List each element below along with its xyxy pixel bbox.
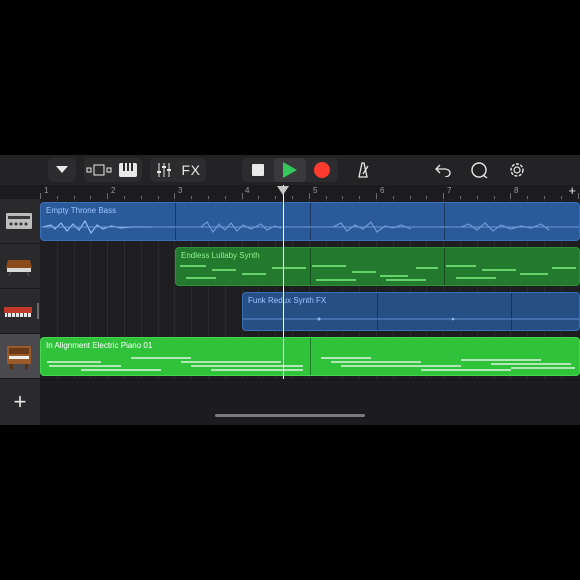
grid-line [124,289,125,334]
track-header-funk-synth[interactable] [0,289,41,334]
region-empty-throne-bass[interactable]: Empty Throne Bass [40,202,580,241]
grid-line [174,289,176,334]
region-label: Endless Lullaby Synth [181,251,260,260]
add-track-button[interactable]: + [0,379,40,425]
grid-line [208,289,209,334]
electric-piano-icon [7,346,31,369]
audio-waveform [41,219,579,235]
bar-number: 4 [245,186,250,195]
bar-number: 8 [514,186,519,195]
track-header-electric-piano[interactable] [0,334,41,379]
stop-button[interactable] [244,158,272,182]
analog-synth-icon [6,260,32,276]
bar-number: 5 [313,186,318,195]
garageband-app: FX 1 2 3 4 5 6 7 8 + Empty Throne Bass E… [0,155,580,425]
track-lane-lullaby-synth[interactable]: Endless Lullaby Synth [40,244,580,290]
transport-group [242,158,338,182]
playhead-handle[interactable] [277,186,289,195]
grid-line [157,289,159,334]
bar-number: 7 [447,186,452,195]
grid-line [157,244,159,289]
track-resize-handle[interactable] [37,303,39,319]
midi-notes [47,357,575,371]
home-indicator [215,414,365,417]
grid-line [191,289,193,334]
fx-button[interactable]: FX [178,158,204,182]
chevron-down-icon [48,158,76,182]
region-funk-redux-synth-fx[interactable]: Funk Redux Synth FX [242,292,580,331]
region-label: Funk Redux Synth FX [248,296,327,305]
playhead[interactable] [283,185,284,379]
control-bar: FX [0,155,580,185]
region-label: Empty Throne Bass [46,206,117,215]
grid-line [224,289,226,334]
grid-line [56,244,58,289]
undo-icon[interactable] [432,158,454,182]
grid-line [107,289,109,334]
browser-button[interactable] [48,158,76,182]
bar-number: 1 [44,186,49,195]
add-section-icon[interactable]: + [568,183,576,198]
grid-line [140,244,142,289]
keyboard-icon[interactable] [116,158,140,182]
play-icon [283,162,297,178]
play-button[interactable] [274,158,306,182]
grid-line [56,289,58,334]
metronome-icon[interactable] [352,158,374,182]
record-button[interactable] [308,158,336,182]
audio-waveform [243,317,579,321]
region-in-alignment-electric-piano[interactable]: In Alignment Electric Piano 01 [40,337,580,376]
bar-number: 3 [178,186,183,195]
grid-line [90,244,92,289]
grid-line [107,244,109,289]
track-lane-electric-piano[interactable]: In Alignment Electric Piano 01 [40,334,580,380]
mix-group: FX [150,158,206,182]
grid-line [90,289,92,334]
grid-line [73,244,75,289]
grid-line [124,244,125,289]
mixer-icon[interactable] [152,158,176,182]
track-lane-funk-synth[interactable]: Funk Redux Synth FX [40,289,580,335]
bass-amp-icon [6,213,32,229]
timeline-ruler[interactable]: 1 2 3 4 5 6 7 8 + [40,183,580,200]
track-header-lullaby-synth[interactable] [0,244,41,289]
bar-number: 6 [380,186,385,195]
track-header-bass[interactable] [0,199,41,244]
plus-icon: + [13,389,27,414]
region-label: In Alignment Electric Piano 01 [46,341,153,350]
tracks-view-icon[interactable] [86,158,112,182]
region-endless-lullaby-synth[interactable]: Endless Lullaby Synth [175,247,580,286]
red-synth-icon [4,307,32,317]
fx-label: FX [181,162,201,178]
record-icon [314,162,330,178]
gear-icon[interactable] [506,158,528,182]
bar-number: 2 [111,186,116,195]
stop-icon [252,164,264,176]
track-lane-bass[interactable]: Empty Throne Bass [40,199,580,245]
grid-line [140,289,142,334]
midi-notes [180,265,576,281]
view-group [84,158,142,182]
grid-line [73,289,75,334]
loop-browser-icon[interactable] [468,158,490,182]
